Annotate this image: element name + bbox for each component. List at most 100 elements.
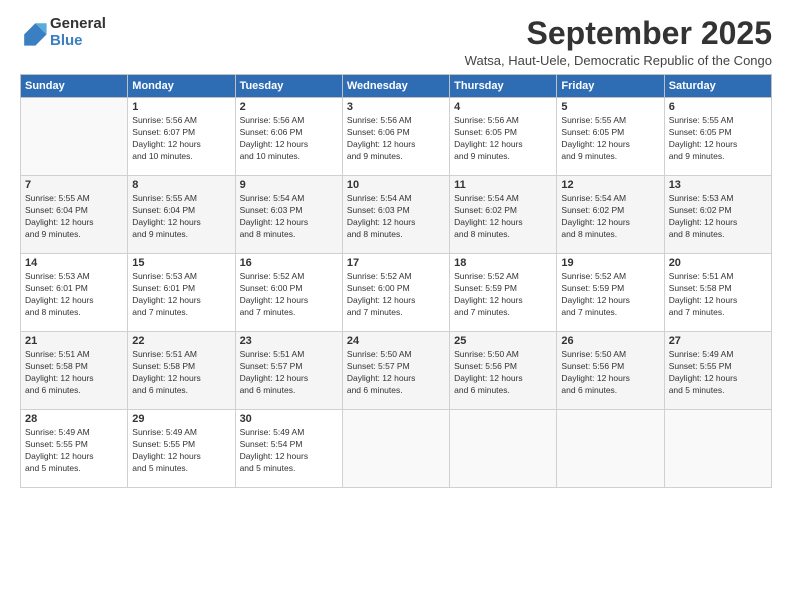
table-row: 3Sunrise: 5:56 AM Sunset: 6:06 PM Daylig… — [342, 98, 449, 176]
day-number: 27 — [669, 335, 767, 347]
table-row: 21 Sunrise: 5:51 AM Sunset: 5:58 PM Dayli… — [21, 332, 128, 410]
header-row: Sunday Monday Tuesday Wednesday Thursday… — [21, 75, 772, 98]
cell-content: Sunrise: 5:53 AM Sunset: 6:01 PM Dayligh… — [25, 271, 123, 319]
cell-content: Sunrise: 5:50 AM Sunset: 5:56 PM Dayligh… — [561, 349, 659, 397]
cell-content: Sunrise: 5:51 AM Sunset: 5:58 PM Dayligh… — [25, 349, 123, 397]
day-number: 14 — [25, 257, 123, 269]
col-thursday: Thursday — [450, 75, 557, 98]
col-saturday: Saturday — [664, 75, 771, 98]
day-number: 9 — [240, 179, 338, 191]
logo: General Blue — [20, 16, 106, 49]
cell-content: Sunrise: 5:49 AM Sunset: 5:55 PM Dayligh… — [669, 349, 767, 397]
header: General Blue September 2025 Watsa, Haut-… — [20, 16, 772, 68]
table-row — [450, 410, 557, 488]
day-number: 21 — [25, 335, 123, 347]
table-row: 14 Sunrise: 5:53 AM Sunset: 6:01 PM Dayli… — [21, 254, 128, 332]
day-number: 28 — [25, 413, 123, 425]
cell-content: Sunrise: 5:49 AM Sunset: 5:55 PM Dayligh… — [132, 427, 230, 475]
cell-content: Sunrise: 5:55 AM Sunset: 6:04 PM Dayligh… — [25, 193, 123, 241]
cell-content: Sunrise: 5:56 AM Sunset: 6:05 PM Dayligh… — [454, 115, 552, 163]
table-row: 24 Sunrise: 5:50 AM Sunset: 5:57 PM Dayli… — [342, 332, 449, 410]
cell-content: Sunrise: 5:55 AM Sunset: 6:04 PM Dayligh… — [132, 193, 230, 241]
calendar-week-4: 28 Sunrise: 5:49 AM Sunset: 5:55 PM Dayli… — [21, 410, 772, 488]
cell-content: Sunrise: 5:51 AM Sunset: 5:57 PM Dayligh… — [240, 349, 338, 397]
table-row: 28 Sunrise: 5:49 AM Sunset: 5:55 PM Dayli… — [21, 410, 128, 488]
calendar-week-2: 14 Sunrise: 5:53 AM Sunset: 6:01 PM Dayli… — [21, 254, 772, 332]
cell-content: Sunrise: 5:56 AM Sunset: 6:06 PM Dayligh… — [240, 115, 338, 163]
calendar-week-0: 1 Sunrise: 5:56 AM Sunset: 6:07 PM Daylig… — [21, 98, 772, 176]
cell-content: Sunrise: 5:50 AM Sunset: 5:57 PM Dayligh… — [347, 349, 445, 397]
cell-content: Sunrise: 5:52 AM Sunset: 5:59 PM Dayligh… — [561, 271, 659, 319]
day-number: 30 — [240, 413, 338, 425]
day-number: 13 — [669, 179, 767, 191]
day-number: 2 — [240, 101, 338, 113]
table-row: 26 Sunrise: 5:50 AM Sunset: 5:56 PM Dayli… — [557, 332, 664, 410]
day-number: 11 — [454, 179, 552, 191]
day-number: 10 — [347, 179, 445, 191]
table-row: 18Sunrise: 5:52 AM Sunset: 5:59 PM Dayli… — [450, 254, 557, 332]
calendar-week-3: 21 Sunrise: 5:51 AM Sunset: 5:58 PM Dayli… — [21, 332, 772, 410]
table-row: 27 Sunrise: 5:49 AM Sunset: 5:55 PM Dayli… — [664, 332, 771, 410]
calendar-week-1: 7 Sunrise: 5:55 AM Sunset: 6:04 PM Daylig… — [21, 176, 772, 254]
day-number: 26 — [561, 335, 659, 347]
cell-content: Sunrise: 5:54 AM Sunset: 6:02 PM Dayligh… — [454, 193, 552, 241]
subtitle: Watsa, Haut-Uele, Democratic Republic of… — [465, 53, 772, 68]
col-sunday: Sunday — [21, 75, 128, 98]
day-number: 29 — [132, 413, 230, 425]
table-row — [21, 98, 128, 176]
day-number: 1 — [132, 101, 230, 113]
table-row: 15 Sunrise: 5:53 AM Sunset: 6:01 PM Dayli… — [128, 254, 235, 332]
cell-content: Sunrise: 5:51 AM Sunset: 5:58 PM Dayligh… — [669, 271, 767, 319]
month-title: September 2025 — [465, 16, 772, 51]
day-number: 3 — [347, 101, 445, 113]
table-row: 1 Sunrise: 5:56 AM Sunset: 6:07 PM Daylig… — [128, 98, 235, 176]
col-wednesday: Wednesday — [342, 75, 449, 98]
day-number: 8 — [132, 179, 230, 191]
day-number: 12 — [561, 179, 659, 191]
page: General Blue September 2025 Watsa, Haut-… — [0, 0, 792, 612]
day-number: 6 — [669, 101, 767, 113]
day-number: 23 — [240, 335, 338, 347]
cell-content: Sunrise: 5:52 AM Sunset: 6:00 PM Dayligh… — [347, 271, 445, 319]
calendar-table: Sunday Monday Tuesday Wednesday Thursday… — [20, 74, 772, 488]
cell-content: Sunrise: 5:52 AM Sunset: 5:59 PM Dayligh… — [454, 271, 552, 319]
table-row: 13 Sunrise: 5:53 AM Sunset: 6:02 PM Dayli… — [664, 176, 771, 254]
table-row: 17 Sunrise: 5:52 AM Sunset: 6:00 PM Dayli… — [342, 254, 449, 332]
day-number: 7 — [25, 179, 123, 191]
table-row: 7 Sunrise: 5:55 AM Sunset: 6:04 PM Daylig… — [21, 176, 128, 254]
day-number: 20 — [669, 257, 767, 269]
day-number: 17 — [347, 257, 445, 269]
title-block: September 2025 Watsa, Haut-Uele, Democra… — [465, 16, 772, 68]
day-number: 5 — [561, 101, 659, 113]
day-number: 15 — [132, 257, 230, 269]
table-row: 4 Sunrise: 5:56 AM Sunset: 6:05 PM Daylig… — [450, 98, 557, 176]
cell-content: Sunrise: 5:53 AM Sunset: 6:01 PM Dayligh… — [132, 271, 230, 319]
cell-content: Sunrise: 5:55 AM Sunset: 6:05 PM Dayligh… — [669, 115, 767, 163]
day-number: 19 — [561, 257, 659, 269]
col-friday: Friday — [557, 75, 664, 98]
table-row: 6 Sunrise: 5:55 AM Sunset: 6:05 PM Daylig… — [664, 98, 771, 176]
cell-content: Sunrise: 5:53 AM Sunset: 6:02 PM Dayligh… — [669, 193, 767, 241]
table-row — [342, 410, 449, 488]
cell-content: Sunrise: 5:52 AM Sunset: 6:00 PM Dayligh… — [240, 271, 338, 319]
cell-content: Sunrise: 5:56 AM Sunset: 6:07 PM Dayligh… — [132, 115, 230, 163]
cell-content: Sunrise: 5:49 AM Sunset: 5:55 PM Dayligh… — [25, 427, 123, 475]
logo-icon — [20, 19, 48, 47]
col-tuesday: Tuesday — [235, 75, 342, 98]
day-number: 24 — [347, 335, 445, 347]
cell-content: Sunrise: 5:50 AM Sunset: 5:56 PM Dayligh… — [454, 349, 552, 397]
table-row: 20 Sunrise: 5:51 AM Sunset: 5:58 PM Dayli… — [664, 254, 771, 332]
logo-blue-text: Blue — [50, 33, 106, 50]
table-row: 12Sunrise: 5:54 AM Sunset: 6:02 PM Dayli… — [557, 176, 664, 254]
day-number: 22 — [132, 335, 230, 347]
table-row — [557, 410, 664, 488]
table-row: 29 Sunrise: 5:49 AM Sunset: 5:55 PM Dayli… — [128, 410, 235, 488]
table-row: 16Sunrise: 5:52 AM Sunset: 6:00 PM Dayli… — [235, 254, 342, 332]
table-row: 9Sunrise: 5:54 AM Sunset: 6:03 PM Daylig… — [235, 176, 342, 254]
cell-content: Sunrise: 5:51 AM Sunset: 5:58 PM Dayligh… — [132, 349, 230, 397]
day-number: 4 — [454, 101, 552, 113]
table-row: 8 Sunrise: 5:55 AM Sunset: 6:04 PM Daylig… — [128, 176, 235, 254]
cell-content: Sunrise: 5:55 AM Sunset: 6:05 PM Dayligh… — [561, 115, 659, 163]
table-row: 2 Sunrise: 5:56 AM Sunset: 6:06 PM Daylig… — [235, 98, 342, 176]
table-row: 19 Sunrise: 5:52 AM Sunset: 5:59 PM Dayli… — [557, 254, 664, 332]
